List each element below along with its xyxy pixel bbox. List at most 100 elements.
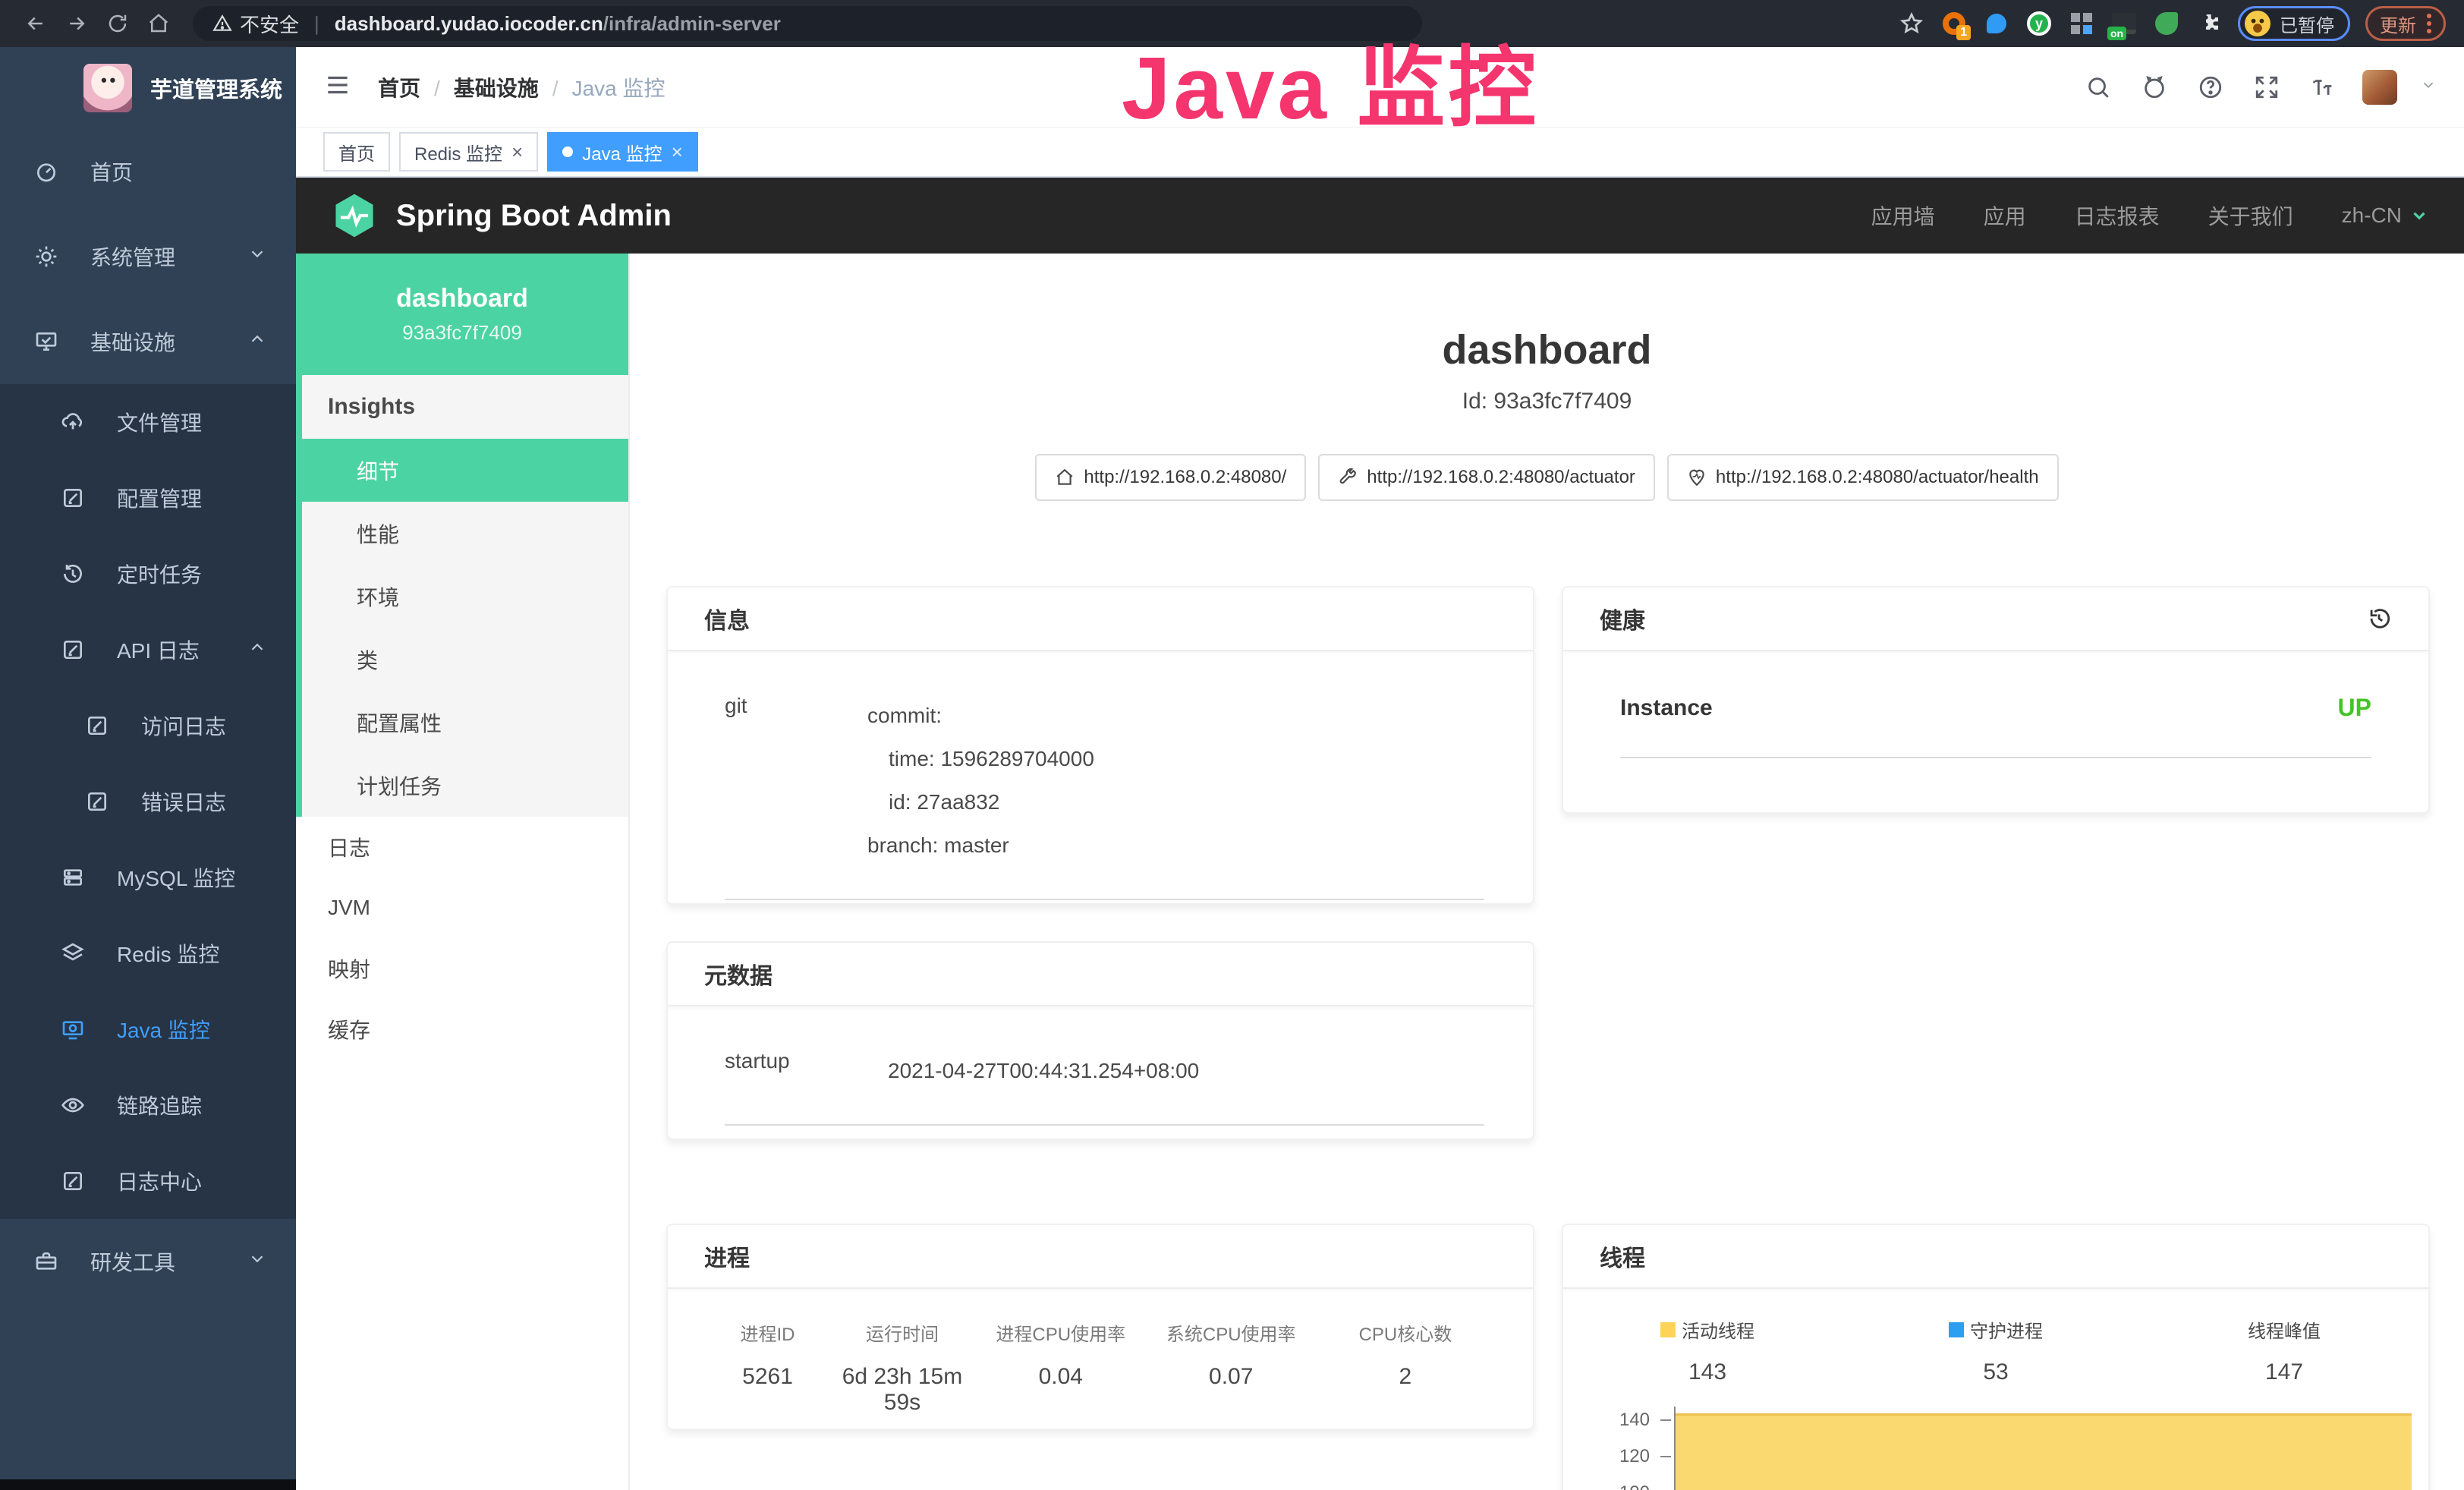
database-icon [61, 865, 85, 890]
process-table-values: 5261 6d 23h 15m 59s 0.04 0.07 2 [704, 1364, 1496, 1416]
sba-item-metrics[interactable]: 性能 [302, 502, 628, 565]
extension-grid-icon[interactable] [2068, 10, 2095, 37]
eye-icon [61, 1093, 85, 1117]
bookmark-star-icon[interactable] [1898, 10, 1925, 37]
sba-logo-icon [331, 192, 378, 239]
info-row-label: git [725, 694, 867, 867]
hamburger-icon[interactable] [323, 71, 352, 103]
sidebar-item-error-log[interactable]: 错误日志 [0, 764, 296, 840]
screen: 不安全 | dashboard.yudao.iocoder.cn/infra/a… [0, 0, 2464, 1490]
close-icon[interactable] [511, 142, 523, 162]
sidebar-item-scheduled-jobs[interactable]: 定时任务 [0, 536, 296, 612]
sba-locale-select[interactable]: zh-CN [2342, 203, 2429, 228]
sidebar-item-log-center[interactable]: 日志中心 [0, 1143, 296, 1219]
sba-nav: 应用墙 应用 日志报表 关于我们 zh-CN [1871, 200, 2429, 231]
sba-title: Spring Boot Admin [396, 199, 672, 233]
actuator-url-button[interactable]: http://192.168.0.2:48080/actuator [1318, 454, 1655, 501]
status-badge: UP [2338, 694, 2371, 722]
chevron-down-icon [2409, 206, 2429, 225]
legend-live-threads: 活动线程 143 [1563, 1316, 1852, 1385]
sba-nav-applications[interactable]: 应用 [1984, 200, 2026, 231]
profile-emoji-icon [2245, 11, 2270, 36]
sidebar-item-java-monitor[interactable]: Java 监控 [0, 991, 296, 1067]
extension-colorzilla-icon[interactable]: 1 [1940, 10, 1968, 37]
history-icon [61, 562, 85, 586]
wrench-icon [1338, 468, 1358, 487]
tab-java-monitor[interactable]: Java 监控 [547, 132, 698, 172]
sba-app-box[interactable]: dashboard 93a3fc7f7409 [296, 254, 628, 375]
sba-item-environment[interactable]: 环境 [302, 565, 628, 628]
forward-icon[interactable] [59, 6, 94, 41]
extension-y-icon[interactable]: y [2025, 10, 2053, 37]
sba-item-jvm[interactable]: JVM [296, 877, 628, 938]
github-icon[interactable] [2138, 71, 2171, 104]
sba-item-mappings[interactable]: 映射 [296, 938, 628, 999]
browser-menu-icon[interactable] [2427, 14, 2431, 33]
threads-card: 线程 活动线程 143 守护进程 53 线程峰值 147 140 [1562, 1224, 2430, 1490]
sidebar-item-mysql-monitor[interactable]: MySQL 监控 [0, 840, 296, 915]
infrastructure-submenu: 文件管理 配置管理 定时任务 API 日志 访问日志 错误日志 [0, 384, 296, 1219]
legend-square-blue [1949, 1322, 1964, 1337]
metadata-row-startup: startup 2021-04-27T00:44:31.254+08:00 [725, 1049, 1484, 1126]
sba-item-caches[interactable]: 缓存 [296, 999, 628, 1060]
history-icon[interactable] [2366, 606, 2392, 632]
app-title: 芋道管理系统 [150, 72, 282, 104]
sidebar-item-api-log[interactable]: API 日志 [0, 612, 296, 688]
help-icon[interactable] [2194, 71, 2227, 104]
layers-icon [61, 941, 85, 966]
cloud-upload-icon [61, 410, 85, 434]
breadcrumb-home[interactable]: 首页 [378, 72, 420, 102]
sidebar-item-system[interactable]: 系统管理 [0, 214, 296, 299]
back-icon[interactable] [18, 6, 53, 41]
sba-nav-wallboard[interactable]: 应用墙 [1871, 200, 1935, 231]
service-url-button[interactable]: http://192.168.0.2:48080/ [1035, 454, 1306, 501]
extension-pin-icon[interactable] [1983, 10, 2010, 37]
font-size-icon[interactable] [2306, 71, 2340, 104]
security-warning-icon[interactable]: 不安全 [212, 10, 299, 38]
threads-chart: 140 120 100 [1563, 1411, 2428, 1490]
sba-item-logfile[interactable]: 日志 [296, 817, 628, 877]
browser-profile-chip[interactable]: 已暂停 [2238, 6, 2350, 41]
sidebar-item-tracing[interactable]: 链路追踪 [0, 1067, 296, 1143]
tab-home[interactable]: 首页 [323, 132, 390, 172]
sba-item-details[interactable]: 细节 [296, 439, 628, 502]
info-card: 信息 git commit: time: 1596289704000 id: 2… [666, 586, 1534, 905]
sidebar-item-file-management[interactable]: 文件管理 [0, 384, 296, 460]
health-url-button[interactable]: http://192.168.0.2:48080/actuator/health [1667, 454, 2059, 501]
breadcrumb: 首页 基础设施 Java 监控 [378, 72, 666, 102]
extensions-puzzle-icon[interactable] [2195, 10, 2223, 37]
sidebar-item-infrastructure[interactable]: 基础设施 [0, 299, 296, 384]
home-icon [1055, 468, 1075, 487]
search-icon[interactable] [2082, 71, 2115, 104]
sidebar-item-redis-monitor[interactable]: Redis 监控 [0, 915, 296, 991]
error-log-icon [85, 789, 109, 814]
sba-brand[interactable]: Spring Boot Admin [331, 192, 672, 239]
sba-item-scheduled-tasks[interactable]: 计划任务 [302, 754, 628, 817]
sba-nav-about[interactable]: 关于我们 [2208, 200, 2293, 231]
close-icon[interactable] [672, 142, 683, 162]
reload-icon[interactable] [100, 6, 135, 41]
app-logo-row[interactable]: 芋道管理系统 [0, 47, 296, 129]
sba-nav-journal[interactable]: 日志报表 [2075, 200, 2160, 231]
sba-item-classes[interactable]: 类 [302, 628, 628, 691]
extension-switch-icon[interactable]: on [2110, 10, 2138, 37]
user-avatar[interactable] [2362, 70, 2397, 105]
log-edit-icon [61, 638, 85, 662]
instance-id-line: Id: 93a3fc7f7409 [630, 389, 2464, 414]
home-icon[interactable] [141, 6, 176, 41]
fullscreen-icon[interactable] [2250, 71, 2283, 104]
metadata-card-header: 元数据 [668, 943, 1533, 1006]
sidebar-item-access-log[interactable]: 访问日志 [0, 688, 296, 764]
sidebar-item-config-management[interactable]: 配置管理 [0, 460, 296, 536]
process-card: 进程 进程ID 运行时间 进程CPU使用率 系统CPU使用率 CPU核心数 52… [666, 1224, 1534, 1430]
browser-update-button[interactable]: 更新 [2365, 6, 2446, 41]
tab-redis-monitor[interactable]: Redis 监控 [399, 132, 538, 172]
sidebar-item-home[interactable]: 首页 [0, 129, 296, 214]
log-center-icon [61, 1169, 85, 1193]
sba-item-config-props[interactable]: 配置属性 [302, 691, 628, 754]
avatar-caret-icon[interactable] [2420, 77, 2437, 97]
extension-leaf-icon[interactable] [2153, 10, 2180, 37]
breadcrumb-infrastructure[interactable]: 基础设施 [420, 72, 539, 102]
sba-insights-group: Insights 细节 性能 环境 类 配置属性 计划任务 [296, 375, 628, 817]
sidebar-item-dev-tools[interactable]: 研发工具 [0, 1219, 296, 1304]
